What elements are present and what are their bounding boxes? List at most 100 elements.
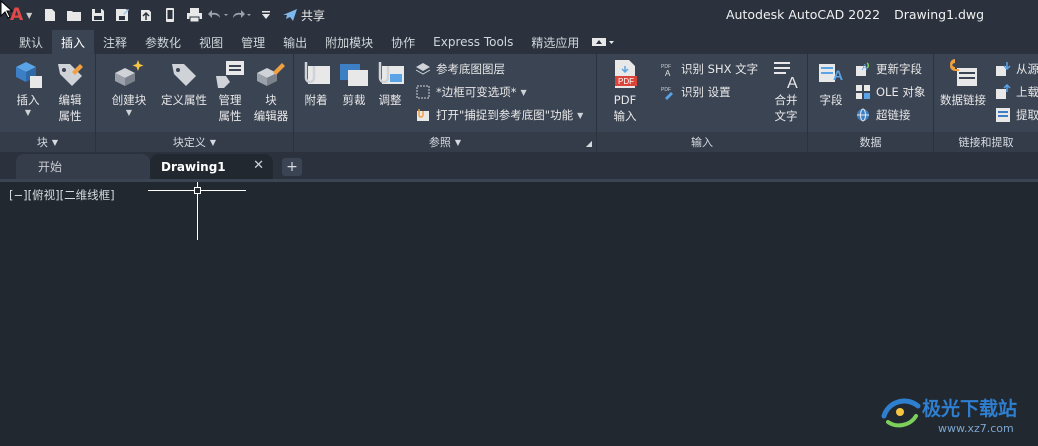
- tab-view[interactable]: 视图: [190, 30, 232, 54]
- svg-text:A: A: [665, 69, 671, 77]
- dialog-launcher-icon[interactable]: ◢: [586, 139, 592, 148]
- pdf-import-label-1: PDF: [613, 93, 637, 107]
- file-title: Drawing1.dwg: [894, 7, 985, 22]
- undo-button[interactable]: [206, 0, 230, 30]
- manage-attr-label-2: 属性: [218, 109, 242, 123]
- save-as-button[interactable]: [110, 0, 134, 30]
- extract-data-icon: [996, 108, 1010, 122]
- manage-attribute-icon: [216, 61, 244, 88]
- print-button[interactable]: [182, 0, 206, 30]
- close-icon[interactable]: ✕: [253, 158, 264, 173]
- redo-button[interactable]: [230, 0, 254, 30]
- edit-attr-label-2: 属性: [58, 109, 82, 123]
- adjust-button[interactable]: 调整: [372, 56, 408, 108]
- edit-attributes-button[interactable]: 编辑 属性: [50, 56, 90, 124]
- tab-parametric[interactable]: 参数化: [136, 30, 190, 54]
- define-attributes-button[interactable]: 定义属性: [156, 56, 212, 108]
- from-source-label: 从源: [1016, 62, 1038, 76]
- new-file-button[interactable]: [38, 0, 62, 30]
- mobile-button[interactable]: [158, 0, 182, 30]
- panel-title-import[interactable]: 输入: [597, 132, 807, 152]
- panel-title-block-definition[interactable]: 块定义 ▼: [96, 132, 293, 152]
- frames-variable-dropdown[interactable]: *边框可变选项* ▼: [414, 81, 527, 103]
- download-from-source-button[interactable]: 从源: [994, 58, 1038, 80]
- snap-to-underlay-button[interactable]: 打开"捕捉到参考底图"功能 ▼: [414, 104, 583, 126]
- underlay-layers-button[interactable]: 参考底图图层: [414, 58, 505, 80]
- manage-attr-label-1: 管理: [218, 93, 242, 107]
- open-button[interactable]: [62, 0, 86, 30]
- ole-object-label: OLE 对象: [876, 85, 926, 99]
- tab-addins[interactable]: 附加模块: [316, 30, 382, 54]
- watermark-logo-icon: [881, 398, 921, 428]
- chevron-down-icon: ▼: [125, 108, 133, 117]
- clip-button[interactable]: 剪裁: [336, 56, 372, 108]
- create-block-label: 创建块: [111, 93, 147, 107]
- combine-text-button[interactable]: A 合并 文字: [767, 56, 805, 124]
- recognize-settings-button[interactable]: PDF 识别 设置: [659, 81, 731, 103]
- clip-label: 剪裁: [342, 93, 366, 107]
- save-button[interactable]: [86, 0, 110, 30]
- extract-data-button[interactable]: 提取: [994, 104, 1038, 126]
- new-tab-button[interactable]: +: [282, 158, 302, 176]
- ribbon-tabs: 默认 插入 注释 参数化 视图 管理 输出 附加模块 协作 Express To…: [0, 30, 1038, 54]
- tab-manage[interactable]: 管理: [232, 30, 274, 54]
- cloud-upload-button[interactable]: [134, 0, 158, 30]
- watermark-text: 极光下载站: [922, 398, 1018, 420]
- attach-button[interactable]: 附着: [298, 56, 334, 108]
- recognize-shx-text-button[interactable]: PDF A 识别 SHX 文字: [659, 58, 758, 80]
- tab-start-label: 开始: [38, 160, 63, 174]
- insert-block-button[interactable]: 插入 ▼: [8, 56, 48, 118]
- panel-title-block[interactable]: 块 ▼: [0, 132, 95, 152]
- chevron-down-icon: ▼: [24, 108, 32, 117]
- tab-featured-apps[interactable]: 精选应用: [522, 30, 588, 54]
- adjust-icon: [378, 62, 404, 84]
- ole-object-button[interactable]: OLE 对象: [854, 81, 925, 103]
- data-link-button[interactable]: 数据链接: [936, 56, 990, 108]
- tab-start[interactable]: 开始: [16, 154, 150, 179]
- block-editor-button[interactable]: 块 编辑器: [250, 56, 292, 124]
- share-button[interactable]: 共享: [282, 0, 325, 30]
- manage-attributes-button[interactable]: 管理 属性: [212, 56, 248, 124]
- upload-label: 上载: [1016, 85, 1038, 99]
- customize-qat-button[interactable]: [254, 0, 278, 30]
- upload-to-source-button[interactable]: 上载: [994, 81, 1038, 103]
- panel-title-reference[interactable]: 参照 ▼ ◢: [294, 132, 596, 152]
- pdf-import-button[interactable]: PDF PDF 输入: [605, 56, 645, 124]
- watermark-url: www.xz7.com: [938, 422, 1014, 435]
- field-label: 字段: [819, 93, 843, 107]
- redo-icon: [233, 10, 251, 18]
- block-editor-icon: [257, 63, 285, 86]
- panel-data: A 字段 A 更新字段 OLE 对象 超链接 数据: [808, 54, 934, 152]
- attach-paperclip-icon: [304, 62, 330, 84]
- panel-title-data[interactable]: 数据: [808, 132, 933, 152]
- upload-source-icon: [996, 84, 1011, 99]
- hyperlink-label: 超链接: [876, 108, 911, 122]
- tab-express-tools[interactable]: Express Tools: [424, 30, 522, 54]
- create-block-button[interactable]: 创建块 ▼: [104, 56, 154, 118]
- tab-drawing1[interactable]: Drawing1 ✕: [150, 154, 273, 179]
- tab-drawing1-label: Drawing1: [161, 159, 226, 174]
- chevron-down-icon: ▼: [209, 137, 217, 147]
- create-block-icon: [115, 60, 144, 86]
- download-source-icon: [996, 62, 1011, 76]
- new-file-icon: [45, 9, 55, 21]
- snap-underlay-label: 打开"捕捉到参考底图"功能: [436, 108, 574, 122]
- field-button[interactable]: A 字段: [812, 56, 850, 108]
- insert-label: 插入: [16, 93, 40, 107]
- tab-collaborate[interactable]: 协作: [382, 30, 424, 54]
- frames-variable-label: *边框可变选项*: [436, 85, 517, 99]
- tab-output[interactable]: 输出: [274, 30, 316, 54]
- underlay-layers-icon: [415, 63, 431, 75]
- tab-annotate[interactable]: 注释: [94, 30, 136, 54]
- tab-default[interactable]: 默认: [10, 30, 52, 54]
- viewport-controls[interactable]: [−][俯视][二维线框]: [9, 187, 115, 203]
- hyperlink-button[interactable]: 超链接: [854, 104, 911, 126]
- define-attribute-icon: [172, 64, 196, 86]
- plus-icon: +: [286, 159, 298, 175]
- block-editor-label-1: 块: [265, 93, 277, 107]
- ribbon-minimize-button[interactable]: [588, 30, 618, 54]
- update-fields-button[interactable]: A 更新字段: [854, 58, 922, 80]
- chevron-down-icon: ▼: [26, 10, 33, 20]
- panel-title-link-extract[interactable]: 链接和提取: [934, 132, 1038, 152]
- tab-insert[interactable]: 插入: [52, 30, 95, 54]
